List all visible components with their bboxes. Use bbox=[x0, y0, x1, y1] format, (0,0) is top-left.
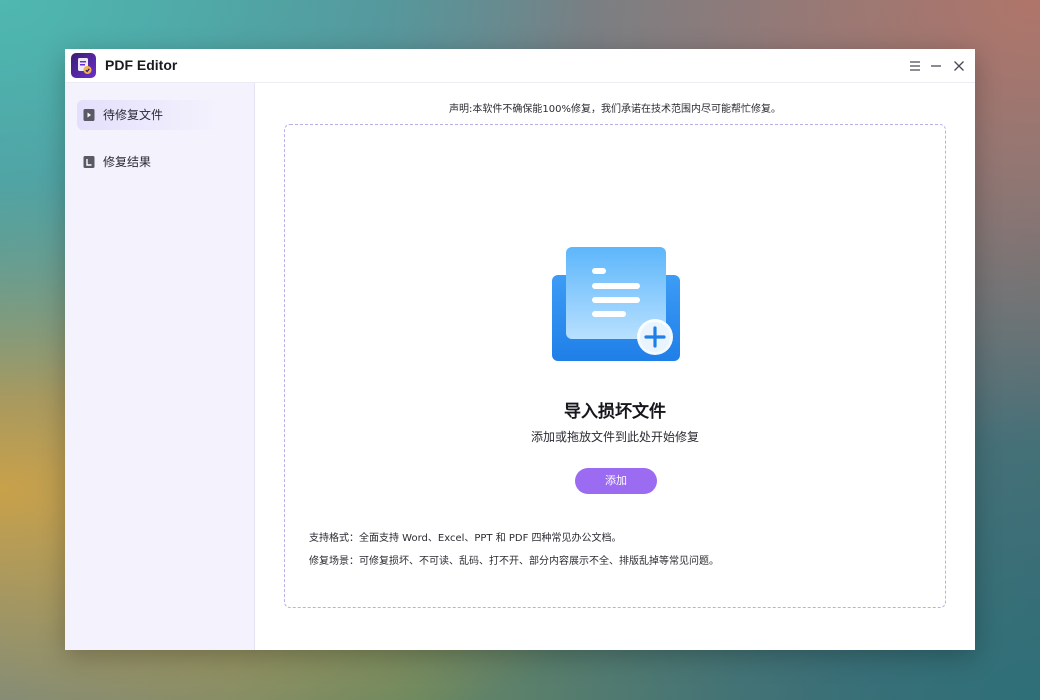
menu-icon[interactable] bbox=[907, 58, 923, 74]
sidebar-item-label: 待修复文件 bbox=[103, 108, 164, 122]
title-bar: PDF Editor bbox=[65, 49, 975, 83]
import-title: 导入损坏文件 bbox=[564, 402, 666, 422]
file-drop-zone[interactable]: 导入损坏文件 添加或拖放文件到此处开始修复 添加 支持格式：全面支持 Word、… bbox=[284, 124, 946, 608]
result-file-icon bbox=[83, 155, 95, 169]
app-logo-icon bbox=[71, 53, 96, 78]
app-title: PDF Editor bbox=[105, 57, 178, 73]
pending-file-icon bbox=[83, 108, 95, 122]
import-subtitle: 添加或拖放文件到此处开始修复 bbox=[530, 430, 699, 444]
add-file-button[interactable]: 添加 bbox=[575, 468, 657, 494]
document-add-icon bbox=[552, 247, 682, 367]
sidebar-item-pending-files[interactable]: 待修复文件 bbox=[77, 100, 217, 130]
app-window: PDF Editor 待修复文件 修复结果 声明:本软件不确保能100%修复，我… bbox=[65, 49, 975, 650]
repair-scenarios-text: 修复场景：可修复损坏、不可读、乱码、打不开、部分内容展示不全、排版乱掉等常见问题… bbox=[309, 556, 719, 567]
sidebar-item-label: 修复结果 bbox=[103, 155, 152, 169]
sidebar-item-repair-results[interactable]: 修复结果 bbox=[77, 147, 217, 177]
supported-formats-text: 支持格式：全面支持 Word、Excel、PPT 和 PDF 四种常见办公文档。 bbox=[309, 533, 622, 544]
minimize-icon[interactable] bbox=[928, 58, 944, 74]
disclaimer-text: 声明:本软件不确保能100%修复，我们承诺在技术范围内尽可能帮忙修复。 bbox=[449, 104, 781, 115]
close-icon[interactable] bbox=[951, 58, 967, 74]
sidebar: 待修复文件 修复结果 bbox=[65, 83, 255, 650]
